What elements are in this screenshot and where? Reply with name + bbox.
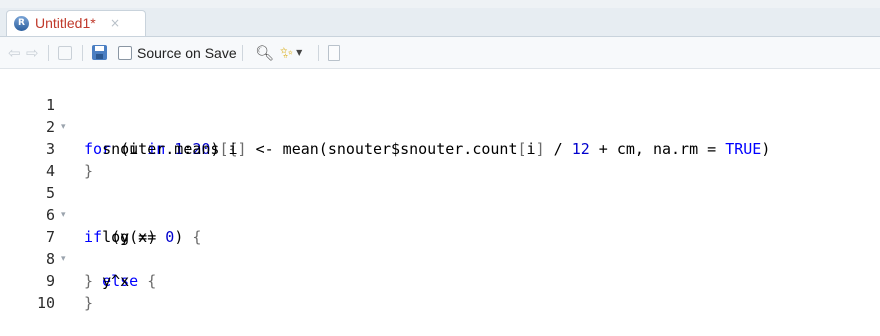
code-editor[interactable]: 1 ▾ for (i in 1:20) { 2 snouter.means[i]…: [0, 69, 880, 313]
search-icon[interactable]: 🔍︎: [255, 37, 274, 68]
code-line: 7 ▾ } else {: [0, 204, 880, 290]
code-line: 1 ▾ for (i in 1:20) {: [0, 72, 880, 158]
code-line: 5 ▾ if (y == 0) {: [0, 160, 880, 246]
toolbar-divider: [48, 45, 49, 61]
forward-arrow-icon[interactable]: ⇨: [26, 37, 39, 68]
back-arrow-icon[interactable]: ⇦: [8, 37, 21, 68]
r-file-icon-letter: R: [18, 18, 25, 28]
toolbar-divider: [82, 45, 83, 61]
source-on-save-toggle[interactable]: Source on Save: [118, 37, 237, 68]
editor-toolbar: ⇦ ⇨ Source on Save 🔍︎ ✨︎ ▼: [0, 37, 880, 69]
line-number: 10: [36, 294, 55, 312]
tab-untitled1[interactable]: R Untitled1* ×: [6, 10, 146, 36]
source-on-save-label: Source on Save: [137, 44, 237, 61]
code-line: 10: [0, 270, 880, 312]
tab-label: Untitled1*: [35, 15, 96, 31]
compile-report-icon[interactable]: [328, 37, 340, 68]
code-line: 8 y^x: [0, 226, 880, 290]
magic-wand-icon[interactable]: ✨︎ ▼: [280, 37, 302, 68]
code-line: 2 snouter.means[i] <- mean(snouter$snout…: [0, 94, 880, 158]
code-line: 4: [0, 138, 880, 180]
code-line: 3 }: [0, 116, 880, 180]
chevron-down-icon[interactable]: ▼: [296, 48, 302, 57]
close-icon[interactable]: ×: [110, 16, 120, 30]
source-on-save-checkbox[interactable]: [118, 45, 132, 60]
code-text: }: [84, 292, 93, 314]
brace: }: [84, 294, 94, 312]
save-icon[interactable]: [92, 37, 107, 68]
toolbar-divider: [242, 45, 243, 61]
r-file-icon: R: [14, 16, 29, 31]
show-in-window-icon[interactable]: [58, 37, 72, 68]
code-line: 6 log(x): [0, 182, 880, 246]
window-top-strip: [0, 0, 880, 8]
code-line: 9 }: [0, 248, 880, 312]
toolbar-divider: [318, 45, 319, 61]
tab-bar: R Untitled1* ×: [0, 8, 880, 37]
